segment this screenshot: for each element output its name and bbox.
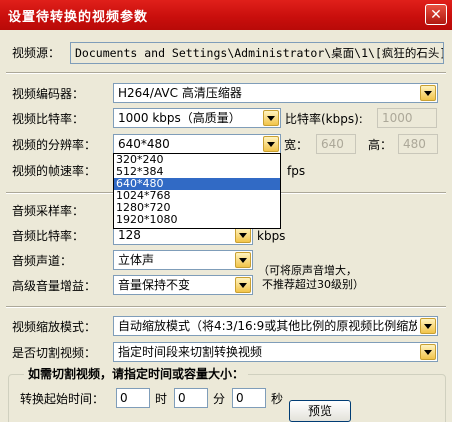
height-label: 高：	[368, 138, 393, 152]
video-encoder-select[interactable]: H264/AVC 高清压缩器	[113, 83, 438, 103]
chevron-down-icon[interactable]	[235, 252, 251, 268]
volume-gain-label: 高级音量增益：	[12, 279, 97, 293]
resolution-dropdown-list[interactable]: 320*240 512*384 640*480 1024*768 1280*72…	[113, 153, 281, 229]
audio-samplerate-label: 音频采样率：	[12, 204, 85, 218]
cut-video-select[interactable]: 指定时间段来切割转换视频	[113, 342, 438, 362]
preview-button[interactable]: 预览	[289, 400, 351, 422]
chevron-down-icon[interactable]	[235, 227, 251, 243]
video-source-value: Documents and Settings\Administrator\桌面\…	[75, 46, 444, 60]
chevron-down-icon[interactable]	[263, 110, 279, 126]
video-source-field[interactable]: Documents and Settings\Administrator\桌面\…	[70, 42, 444, 64]
volume-gain-value: 音量保持不变	[118, 278, 191, 292]
video-encoder-label: 视频编码器：	[12, 87, 85, 101]
video-source-label: 视频源：	[12, 46, 61, 60]
chevron-down-icon[interactable]	[420, 344, 436, 360]
framerate-label: 视频的帧速率：	[12, 164, 97, 178]
cut-video-value: 指定时间段来切割转换视频	[118, 345, 263, 359]
resolution-label: 视频的分辨率：	[12, 138, 97, 152]
resolution-select[interactable]: 640*480	[113, 134, 281, 154]
audio-channel-select[interactable]: 立体声	[113, 250, 253, 270]
volume-gain-select[interactable]: 音量保持不变	[113, 275, 253, 295]
scale-mode-select[interactable]: 自动缩放模式（将4:3/16:9或其他比例的原视频比例缩放	[113, 316, 438, 336]
width-input[interactable]: 640	[316, 134, 356, 154]
volume-note-line2: 不推荐超过30级别）	[262, 278, 364, 291]
start-time-label: 转换起始时间：	[20, 392, 105, 406]
resolution-option[interactable]: 1920*1080	[114, 214, 280, 226]
video-bitrate-label: 视频比特率：	[12, 112, 85, 126]
height-input[interactable]: 480	[398, 134, 438, 154]
chevron-down-icon[interactable]	[420, 318, 436, 334]
start-minute-input[interactable]: 0	[174, 388, 208, 408]
start-second-input[interactable]: 0	[232, 388, 266, 408]
scale-mode-label: 视频缩放模式：	[12, 320, 97, 334]
framerate-unit: fps	[287, 164, 306, 178]
second-unit: 秒	[271, 392, 284, 406]
cut-group-title: 如需切割视频，请指定时间或容量大小：	[24, 366, 249, 382]
window-title: 设置待转换的视频参数	[8, 10, 149, 25]
minute-unit: 分	[213, 392, 226, 406]
video-bitrate-select[interactable]: 1000 kbps（高质量）	[113, 108, 281, 128]
chevron-down-icon[interactable]	[235, 277, 251, 293]
audio-channel-label: 音频声道：	[12, 254, 73, 268]
kbps-label: 比特率(kbps):	[285, 112, 363, 126]
start-hour-input[interactable]: 0	[116, 388, 150, 408]
width-label: 宽：	[284, 138, 309, 152]
settings-window: 设置待转换的视频参数 ✕ 视频源： Documents and Settings…	[0, 0, 452, 422]
video-encoder-value: H264/AVC 高清压缩器	[118, 86, 242, 100]
close-button[interactable]: ✕	[425, 4, 447, 25]
video-bitrate-value: 1000 kbps（高质量）	[118, 111, 241, 125]
title-bar: 设置待转换的视频参数 ✕	[0, 0, 452, 30]
scale-mode-value: 自动缩放模式（将4:3/16:9或其他比例的原视频比例缩放	[118, 319, 417, 333]
cut-video-label: 是否切割视频：	[12, 346, 97, 360]
audio-channel-value: 立体声	[118, 253, 155, 267]
separator	[6, 72, 446, 74]
chevron-down-icon[interactable]	[420, 85, 436, 101]
audio-bitrate-unit: kbps	[257, 229, 286, 243]
separator	[6, 306, 446, 308]
volume-note-line1: （可将原声音增大，	[258, 264, 357, 277]
audio-bitrate-label: 音频比特率：	[12, 229, 85, 243]
chevron-down-icon[interactable]	[263, 136, 279, 152]
hour-unit: 时	[155, 392, 168, 406]
resolution-value: 640*480	[118, 137, 170, 151]
kbps-input[interactable]: 1000	[377, 108, 437, 128]
